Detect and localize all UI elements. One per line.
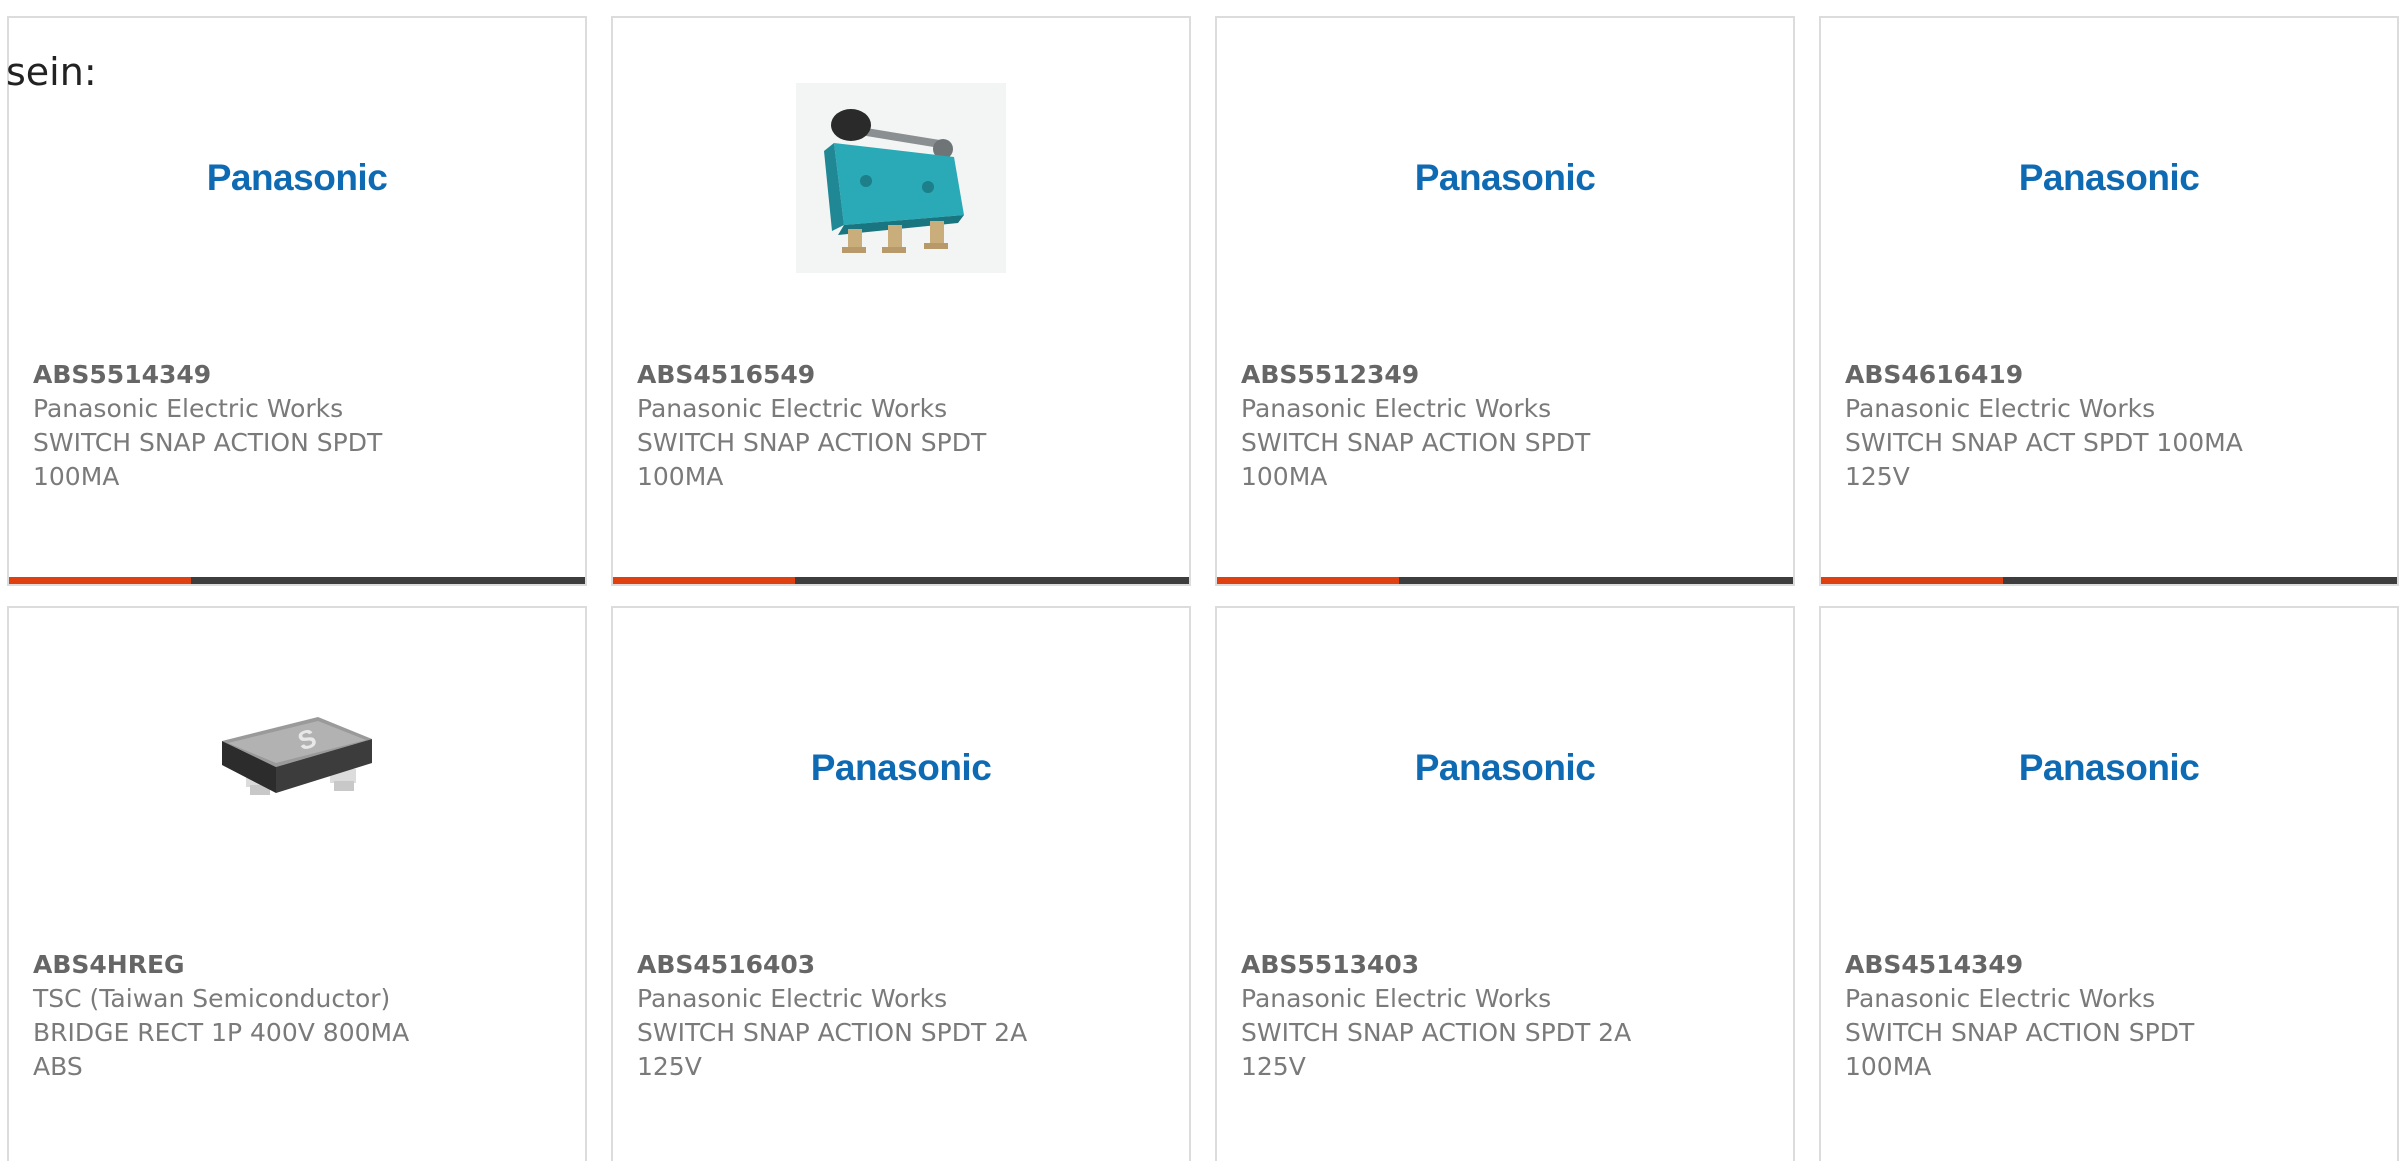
product-description: SWITCH SNAP ACTION SPDT 100MA bbox=[637, 428, 987, 491]
part-number-link[interactable]: ABS4HREG bbox=[33, 948, 565, 982]
part-number-link[interactable]: ABS5513403 bbox=[1241, 948, 1773, 982]
card-accent-bar bbox=[1821, 577, 2003, 584]
product-image[interactable]: Panasonic bbox=[1821, 78, 2397, 278]
product-card[interactable]: Panasonic ABS5514349 Panasonic Electric … bbox=[7, 16, 587, 586]
product-description: SWITCH SNAP ACTION SPDT 100MA bbox=[1845, 1018, 2195, 1081]
part-number-link[interactable]: ABS4516549 bbox=[637, 358, 1169, 392]
product-image[interactable] bbox=[613, 78, 1189, 278]
panasonic-logo: Panasonic bbox=[810, 747, 992, 788]
part-number-link[interactable]: ABS4516403 bbox=[637, 948, 1169, 982]
product-info: ABS5512349 Panasonic Electric Works SWIT… bbox=[1241, 358, 1773, 494]
product-info: ABS4HREG TSC (Taiwan Semiconductor) BRID… bbox=[33, 948, 565, 1084]
card-accent-bar bbox=[9, 577, 191, 584]
product-image[interactable]: S bbox=[9, 668, 585, 868]
manufacturer-label: Panasonic Electric Works bbox=[637, 394, 948, 423]
product-grid-page: sein: Panasonic ABS5514349 Panasonic Ele… bbox=[0, 0, 2400, 1161]
panasonic-logo: Panasonic bbox=[2018, 747, 2200, 788]
product-image[interactable]: Panasonic bbox=[9, 78, 585, 278]
product-image[interactable]: Panasonic bbox=[1821, 668, 2397, 868]
manufacturer-label: TSC (Taiwan Semiconductor) bbox=[33, 984, 391, 1013]
product-image[interactable]: Panasonic bbox=[1217, 78, 1793, 278]
bridge-rectifier-photo: S bbox=[222, 717, 372, 795]
product-card[interactable]: Panasonic ABS4514349 Panasonic Electric … bbox=[1819, 606, 2399, 1161]
panasonic-logo: Panasonic bbox=[206, 157, 388, 198]
product-info: ABS4616419 Panasonic Electric Works SWIT… bbox=[1845, 358, 2377, 494]
card-accent-bar bbox=[1217, 577, 1399, 584]
product-description: BRIDGE RECT 1P 400V 800MA ABS bbox=[33, 1018, 410, 1081]
manufacturer-label: Panasonic Electric Works bbox=[1241, 984, 1552, 1013]
manufacturer-label: Panasonic Electric Works bbox=[1845, 984, 2156, 1013]
section-heading: sein: bbox=[6, 50, 97, 94]
product-description: SWITCH SNAP ACT SPDT 100MA 125V bbox=[1845, 428, 2243, 491]
product-info: ABS5513403 Panasonic Electric Works SWIT… bbox=[1241, 948, 1773, 1084]
manufacturer-label: Panasonic Electric Works bbox=[1845, 394, 2156, 423]
product-card[interactable]: Panasonic ABS4616419 Panasonic Electric … bbox=[1819, 16, 2399, 586]
manufacturer-label: Panasonic Electric Works bbox=[637, 984, 948, 1013]
product-info: ABS4516549 Panasonic Electric Works SWIT… bbox=[637, 358, 1169, 494]
product-card[interactable]: Panasonic ABS5512349 Panasonic Electric … bbox=[1215, 16, 1795, 586]
product-image[interactable]: Panasonic bbox=[613, 668, 1189, 868]
product-card[interactable]: ABS4516549 Panasonic Electric Works SWIT… bbox=[611, 16, 1191, 586]
product-description: SWITCH SNAP ACTION SPDT 2A 125V bbox=[1241, 1018, 1632, 1081]
card-bottom-bar bbox=[1821, 577, 2397, 584]
product-description: SWITCH SNAP ACTION SPDT 100MA bbox=[1241, 428, 1591, 491]
card-bottom-bar bbox=[613, 577, 1189, 584]
part-number-link[interactable]: ABS5512349 bbox=[1241, 358, 1773, 392]
manufacturer-label: Panasonic Electric Works bbox=[1241, 394, 1552, 423]
part-number-link[interactable]: ABS4616419 bbox=[1845, 358, 2377, 392]
product-card[interactable]: Panasonic ABS5513403 Panasonic Electric … bbox=[1215, 606, 1795, 1161]
product-info: ABS4514349 Panasonic Electric Works SWIT… bbox=[1845, 948, 2377, 1084]
product-description: SWITCH SNAP ACTION SPDT 2A 125V bbox=[637, 1018, 1028, 1081]
product-image[interactable]: Panasonic bbox=[1217, 668, 1793, 868]
product-info: ABS4516403 Panasonic Electric Works SWIT… bbox=[637, 948, 1169, 1084]
card-bottom-bar bbox=[1217, 577, 1793, 584]
product-card[interactable]: Panasonic ABS4516403 Panasonic Electric … bbox=[611, 606, 1191, 1161]
product-card[interactable]: S ABS4HREG TSC (Taiwan Semiconductor) BR… bbox=[7, 606, 587, 1161]
card-bottom-bar bbox=[9, 577, 585, 584]
panasonic-logo: Panasonic bbox=[2018, 157, 2200, 198]
product-info: ABS5514349 Panasonic Electric Works SWIT… bbox=[33, 358, 565, 494]
manufacturer-label: Panasonic Electric Works bbox=[33, 394, 344, 423]
card-accent-bar bbox=[613, 577, 795, 584]
panasonic-logo: Panasonic bbox=[1414, 157, 1596, 198]
part-number-link[interactable]: ABS4514349 bbox=[1845, 948, 2377, 982]
product-description: SWITCH SNAP ACTION SPDT 100MA bbox=[33, 428, 383, 491]
part-number-link[interactable]: ABS5514349 bbox=[33, 358, 565, 392]
panasonic-logo: Panasonic bbox=[1414, 747, 1596, 788]
snap-switch-photo bbox=[796, 83, 1006, 273]
